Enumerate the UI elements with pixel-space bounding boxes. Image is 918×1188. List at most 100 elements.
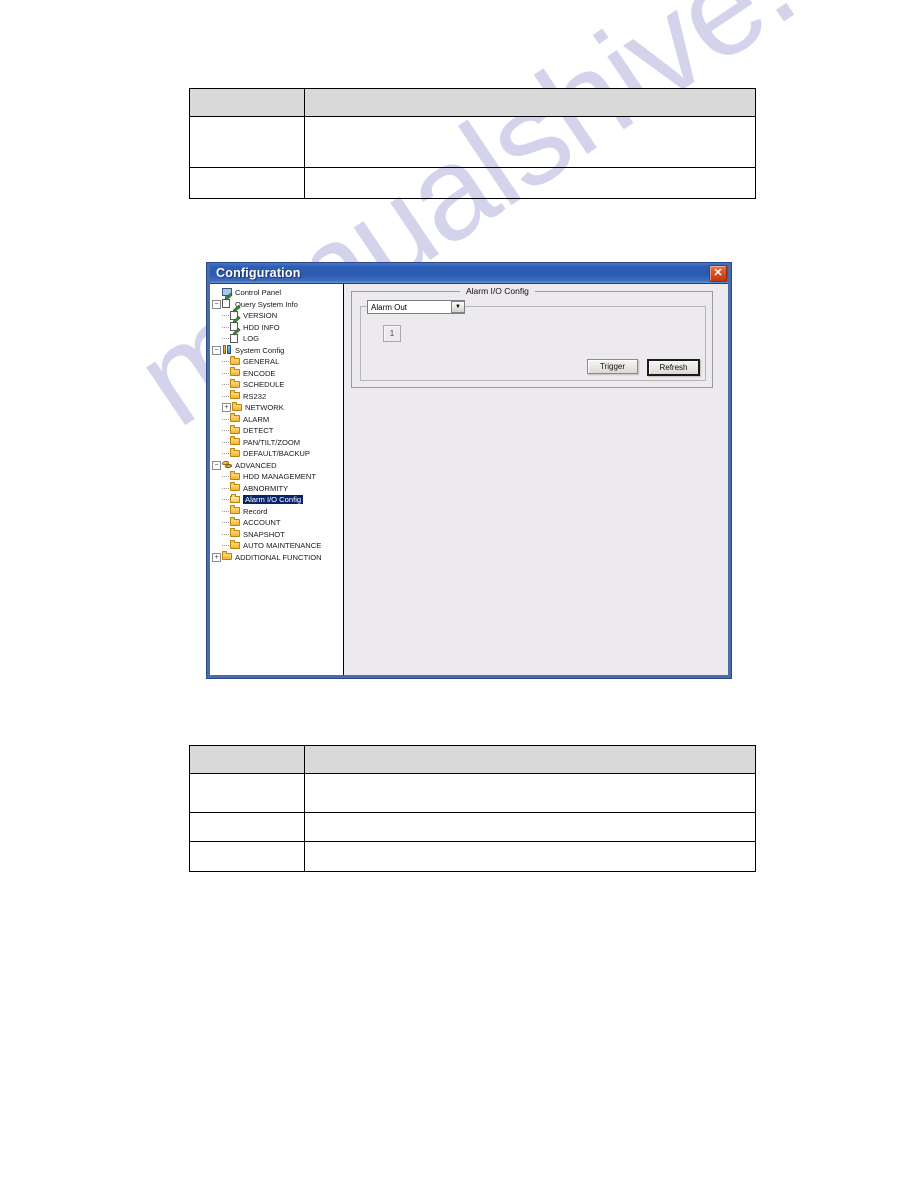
tree-item-label: AUTO MAINTENANCE: [243, 541, 322, 551]
tree-connector: [222, 326, 229, 328]
tree-item-pan-tilt-zoom[interactable]: PAN/TILT/ZOOM: [212, 436, 343, 449]
button-row: Trigger Refresh: [587, 359, 700, 376]
table-row: [189, 116, 756, 168]
tree-item-default-backup[interactable]: DEFAULT/BACKUP: [212, 447, 343, 460]
tree-item-label: ADDITIONAL FUNCTION: [235, 552, 322, 562]
tree-item-encode[interactable]: ENCODE: [212, 367, 343, 380]
tree-item-label: RS232: [243, 391, 267, 401]
tree-connector: [222, 476, 229, 478]
tree-connector: [222, 487, 229, 489]
tree-item-general[interactable]: GENERAL: [212, 355, 343, 368]
tree-item-label: SNAPSHOT: [243, 529, 285, 539]
table-cell: [189, 773, 305, 813]
table-row: [189, 88, 756, 117]
alarm-out-panel: Alarm Out ▼ 1 Trigger Refresh: [360, 300, 706, 381]
folder-icon: [230, 470, 241, 482]
tree-item-alarm-io-config[interactable]: Alarm I/O Config: [212, 493, 343, 506]
window-title: Configuration: [216, 266, 301, 280]
channel-number-box[interactable]: 1: [383, 325, 401, 342]
tree-item-record[interactable]: Record: [212, 505, 343, 518]
tree-item-label: Query System Info: [235, 299, 298, 309]
folder-icon: [230, 539, 241, 551]
groupbox-title: Alarm I/O Config: [460, 286, 535, 296]
folder-icon: [232, 401, 243, 413]
tree-item-label: SCHEDULE: [243, 380, 285, 390]
navigation-tree[interactable]: Control Panel − Query System Info VERSIO…: [210, 284, 344, 675]
tree-item-label: DEFAULT/BACKUP: [243, 449, 310, 459]
alarm-type-select[interactable]: Alarm Out ▼: [367, 300, 465, 314]
folder-icon: [230, 505, 241, 516]
alarm-type-value: Alarm Out: [371, 302, 408, 312]
tree-connector: [222, 533, 229, 535]
tree-item-label: HDD INFO: [243, 322, 280, 332]
table-header-cell: [304, 88, 756, 117]
tree-item-label: ABNORMITY: [243, 483, 289, 493]
tree-toggle-icon[interactable]: −: [212, 299, 221, 309]
tree-toggle-icon: [212, 288, 221, 297]
tree-toggle-icon[interactable]: +: [222, 403, 231, 413]
tree-item-auto-maintenance[interactable]: AUTO MAINTENANCE: [212, 539, 343, 552]
tree-toggle-icon[interactable]: −: [212, 345, 221, 355]
tree-item-account[interactable]: ACCOUNT: [212, 516, 343, 529]
tree-item-label: GENERAL: [243, 357, 280, 367]
config-pane: Alarm I/O Config Alarm Out ▼ 1 Trigger R…: [344, 284, 728, 675]
tree-toggle-icon[interactable]: +: [212, 552, 221, 562]
tree-item-rs232[interactable]: RS232: [212, 390, 343, 403]
tree-item-advanced[interactable]: − ADVANCED: [212, 460, 343, 472]
tree-item-abnormity[interactable]: ABNORMITY: [212, 482, 343, 495]
tree-item-alarm[interactable]: ALARM: [212, 413, 343, 426]
tree-item-label: Record: [243, 506, 268, 516]
tree-item-network[interactable]: + NETWORK: [212, 401, 343, 414]
tree-item-label: ENCODE: [243, 368, 276, 378]
tree-item-label: Alarm I/O Config: [243, 495, 304, 505]
configuration-window: Configuration ✕ Control Panel − Query Sy…: [206, 262, 732, 679]
tree-item-detect[interactable]: DETECT: [212, 424, 343, 437]
tree-connector: [222, 510, 229, 512]
folder-icon: [230, 413, 241, 424]
tree-item-additional-function[interactable]: + ADDITIONAL FUNCTION: [212, 551, 343, 564]
folder-icon: [230, 447, 241, 459]
tree-item-schedule[interactable]: SCHEDULE: [212, 378, 343, 391]
tree-toggle-icon[interactable]: −: [212, 460, 221, 470]
tree-connector: [222, 361, 229, 363]
tree-item-label: LOG: [243, 334, 260, 344]
tree-item-hdd-management[interactable]: HDD MANAGEMENT: [212, 470, 343, 483]
tree-item-snapshot[interactable]: SNAPSHOT: [212, 528, 343, 541]
tree-item-hdd-info[interactable]: HDD INFO: [212, 322, 343, 334]
table-cell: [304, 167, 756, 199]
tree-item-label: System Config: [235, 345, 285, 355]
folder-icon: [230, 355, 241, 367]
refresh-button[interactable]: Refresh: [647, 359, 700, 376]
tree-connector: [222, 453, 229, 455]
tree-item-label: PAN/TILT/ZOOM: [243, 437, 301, 447]
table-cell: [189, 812, 305, 842]
folder-icon: [230, 528, 241, 539]
tree-item-query-system-info[interactable]: − Query System Info: [212, 299, 343, 311]
folder-icon: [230, 436, 241, 447]
folder-icon: [230, 516, 241, 528]
tree-item-control-panel[interactable]: Control Panel: [212, 287, 343, 299]
tree-connector: [222, 395, 229, 397]
tree-item-version[interactable]: VERSION: [212, 310, 343, 322]
tools-icon: [222, 345, 233, 355]
window-titlebar[interactable]: Configuration ✕: [207, 263, 731, 284]
tree-item-system-config[interactable]: − System Config: [212, 345, 343, 357]
tree-item-label: Control Panel: [235, 288, 282, 298]
trigger-button[interactable]: Trigger: [587, 359, 638, 374]
table-cell: [304, 116, 756, 168]
table-row: [189, 167, 756, 199]
table-header-cell: [189, 88, 305, 117]
tree-connector: [222, 372, 229, 374]
folder-open-icon: [230, 493, 241, 505]
table-cell: [304, 812, 756, 842]
chevron-down-icon[interactable]: ▼: [451, 301, 464, 313]
tree-item-label: ADVANCED: [235, 460, 277, 470]
table-cell: [189, 116, 305, 168]
folder-icon: [222, 551, 233, 562]
table-row: [189, 841, 756, 872]
tree-item-log[interactable]: LOG: [212, 333, 343, 345]
close-icon[interactable]: ✕: [709, 265, 727, 282]
spec-table-bottom: [189, 745, 756, 872]
table-cell: [304, 773, 756, 813]
tree-connector: [222, 499, 229, 501]
